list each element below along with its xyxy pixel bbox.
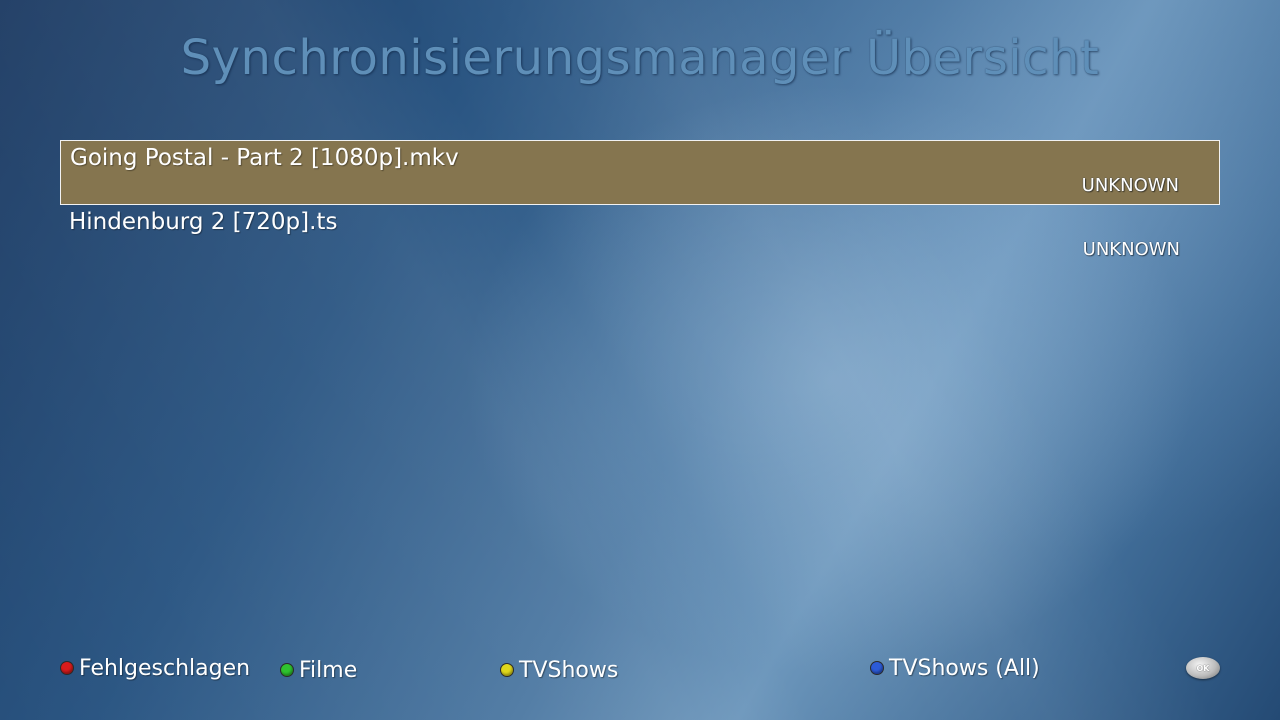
list-item-status: UNKNOWN [1081, 175, 1179, 196]
blue-button[interactable]: TVShows (All) [871, 653, 1040, 683]
page-title: Synchronisierungsmanager Übersicht [180, 30, 1100, 86]
yellow-button-label: TVShows [519, 657, 619, 683]
list-item[interactable]: Going Postal - Part 2 [1080p].mkv UNKNOW… [60, 140, 1220, 205]
ok-button-label: OK [1196, 663, 1210, 673]
yellow-button[interactable]: TVShows [501, 655, 618, 685]
yellow-button-icon [501, 664, 513, 676]
green-button[interactable]: Filme [281, 655, 357, 685]
background-decoration [0, 0, 1280, 720]
green-button-label: Filme [299, 657, 358, 683]
red-button-icon [61, 662, 73, 674]
list-item-status: UNKNOWN [1082, 239, 1180, 260]
ok-button-icon[interactable]: OK [1186, 657, 1220, 679]
red-button-label: Fehlgeschlagen [79, 655, 251, 681]
red-button[interactable]: Fehlgeschlagen [61, 653, 250, 683]
list-item-name: Going Postal - Part 2 [1080p].mkv [70, 145, 459, 171]
sync-list: Going Postal - Part 2 [1080p].mkv UNKNOW… [60, 140, 1220, 270]
blue-button-label: TVShows (All) [889, 655, 1040, 681]
list-item-name: Hindenburg 2 [720p].ts [69, 209, 338, 235]
blue-button-icon [871, 662, 883, 674]
list-item[interactable]: Hindenburg 2 [720p].ts UNKNOWN [60, 205, 1220, 270]
green-button-icon [281, 664, 293, 676]
